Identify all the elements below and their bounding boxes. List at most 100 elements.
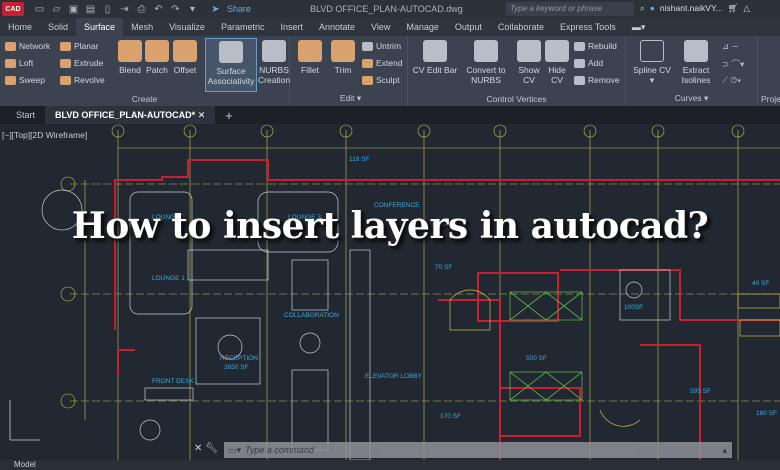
command-line[interactable]: ▭▾ Type a command ▴ <box>224 442 732 458</box>
extend-button[interactable]: Extend <box>362 58 402 68</box>
tab-output[interactable]: Output <box>447 18 490 36</box>
loft-button[interactable]: Loft <box>5 58 33 68</box>
offset-button[interactable]: Offset <box>171 40 199 75</box>
customize-icon[interactable]: ▾ <box>187 4 198 15</box>
share-icon[interactable]: ➤ <box>210 4 221 15</box>
tab-visualize[interactable]: Visualize <box>161 18 213 36</box>
edit-panel: Fillet Trim Untrim Extend Sculpt Edit ▾ <box>294 36 408 106</box>
new-icon[interactable]: ▭ <box>34 4 45 15</box>
isolines-icon <box>684 40 708 62</box>
line-circle-tools[interactable]: ⟋ ◷▾ <box>722 75 741 86</box>
command-line-close-icon[interactable]: ✕ 🔧︎ <box>194 443 218 454</box>
autodesk-icon[interactable]: △ <box>743 3 750 14</box>
curves-panel-label[interactable]: Curves ▾ <box>626 93 757 104</box>
label-elevator-lobby: ELEVATOR LOBBY <box>365 373 423 380</box>
title-bar: CAD ▭ ▱ ▣ ▤ ▯ ⇥ ⎙ ↶ ↷ ▾ ➤ Share BLVD OFFICE_PLAN-A… <box>0 0 780 18</box>
arc-tools[interactable]: ⊃ ⌒▾ <box>722 58 744 70</box>
sculpt-button[interactable]: Sculpt <box>362 75 400 85</box>
planar-button[interactable]: Planar <box>60 41 99 51</box>
tab-view[interactable]: View <box>363 18 398 36</box>
share-button[interactable]: Share <box>227 4 251 15</box>
surface-associativity-button[interactable]: Surface Associativity <box>205 38 257 92</box>
viewport-controls[interactable]: [−][Top][2D Wireframe] <box>2 130 87 140</box>
search-icon[interactable]: ⌕ <box>640 3 645 14</box>
command-history-icon[interactable]: ▭▾ <box>228 445 241 456</box>
quick-access-toolbar: ▭ ▱ ▣ ▤ ▯ ⇥ ⎙ ↶ ↷ ▾ ➤ Share <box>34 4 251 15</box>
control-vertices-panel: CV Edit Bar Convert to NURBS Show CV Hide C… <box>408 36 626 106</box>
open-icon[interactable]: ▱ <box>51 4 62 15</box>
add-cv-button[interactable]: Add <box>574 58 603 68</box>
planar-icon <box>60 41 71 51</box>
blend-icon <box>118 40 142 62</box>
loft-icon <box>5 58 16 68</box>
fillet-icon <box>298 40 322 62</box>
save-icon[interactable]: ▣ <box>68 4 79 15</box>
tab-collaborate[interactable]: Collaborate <box>490 18 552 36</box>
tab-solid[interactable]: Solid <box>40 18 76 36</box>
tab-manage[interactable]: Manage <box>398 18 447 36</box>
label-160-sf: 160 SF <box>756 410 777 417</box>
tab-express-tools[interactable]: Express Tools <box>552 18 624 36</box>
extrude-button[interactable]: Extrude <box>60 58 103 68</box>
untrim-button[interactable]: Untrim <box>362 41 401 51</box>
label-70-sf: 70 SF <box>435 264 452 271</box>
ribbon-options-icon[interactable]: ▬▾ <box>624 18 654 36</box>
extract-isolines-button[interactable]: Extract Isolines <box>678 40 714 85</box>
tab-mesh[interactable]: Mesh <box>123 18 161 36</box>
hide-cv-button[interactable]: Hide CV <box>544 40 570 85</box>
new-tab-button[interactable]: + <box>215 108 243 123</box>
control-vertices-panel-label: Control Vertices <box>486 94 547 104</box>
customize-icon[interactable]: 🔧︎ <box>205 443 218 454</box>
drawing-canvas[interactable]: 118 SF LOUNGE 2 LOUNGE 3 CONFERENCE LOUN… <box>0 124 780 461</box>
cv-edit-bar-button[interactable]: CV Edit Bar <box>412 40 458 75</box>
add-cv-icon <box>574 58 585 68</box>
rebuild-icon <box>574 41 585 51</box>
tab-insert[interactable]: Insert <box>272 18 311 36</box>
show-cv-button[interactable]: Show CV <box>516 40 542 85</box>
nurbs-creation-button[interactable]: NURBS Creation <box>258 40 290 85</box>
tab-drawing[interactable]: BLVD OFFICE_PLAN-AUTOCAD* ✕ <box>45 106 216 124</box>
sweep-button[interactable]: Sweep <box>5 75 45 85</box>
trim-button[interactable]: Trim <box>330 40 356 75</box>
web-mobile-icon[interactable]: ▯ <box>102 4 113 15</box>
rebuild-button[interactable]: Rebuild <box>574 41 617 51</box>
extend-icon <box>362 58 373 68</box>
app-logo: CAD <box>2 2 24 16</box>
tab-start[interactable]: Start <box>6 110 45 120</box>
cart-icon[interactable]: 🛒︎ <box>728 3 739 14</box>
tab-home[interactable]: Home <box>0 18 40 36</box>
patch-button[interactable]: Patch <box>144 40 170 75</box>
edit-panel-label[interactable]: Edit ▾ <box>294 93 407 104</box>
convert-to-nurbs-button[interactable]: Convert to NURBS <box>464 40 508 85</box>
save-as-icon[interactable]: ▤ <box>85 4 96 15</box>
surface-associativity-icon <box>219 41 243 63</box>
remove-cv-button[interactable]: Remove <box>574 75 620 85</box>
expand-icon[interactable]: ▴ <box>722 445 727 456</box>
print-icon[interactable]: ⎙ <box>136 4 147 15</box>
tab-surface[interactable]: Surface <box>76 18 124 36</box>
model-tab[interactable]: Model <box>14 460 36 469</box>
convert-icon <box>474 40 498 62</box>
spline-cv-button[interactable]: Spline CV ▾ <box>632 40 672 85</box>
close-icon[interactable]: ✕ <box>198 110 206 120</box>
untrim-icon <box>362 41 373 51</box>
label-40-sf: 40 SF <box>752 280 769 287</box>
room-labels: 118 SF LOUNGE 2 LOUNGE 3 CONFERENCE LOUN… <box>152 156 777 420</box>
revolve-button[interactable]: Revolve <box>60 75 105 85</box>
command-input[interactable]: Type a command <box>245 445 314 455</box>
redo-icon[interactable]: ↷ <box>170 4 181 15</box>
ribbon: Network Planar Loft Extrude Sweep Revolv… <box>0 36 780 106</box>
ribbon-tabs: Home Solid Surface Mesh Visualize Parame… <box>0 18 780 36</box>
export-icon[interactable]: ⇥ <box>119 4 130 15</box>
undo-icon[interactable]: ↶ <box>153 4 164 15</box>
network-button[interactable]: Network <box>5 41 50 51</box>
user-menu[interactable]: nishant.naikVY... <box>660 3 723 14</box>
search-input[interactable]: Type a keyword or phrase <box>506 2 634 16</box>
blend-button[interactable]: Blend <box>117 40 143 75</box>
fillet-button[interactable]: Fillet <box>296 40 324 75</box>
create-panel: Network Planar Loft Extrude Sweep Revolv… <box>0 36 290 106</box>
tab-annotate[interactable]: Annotate <box>311 18 363 36</box>
create-panel-label: Create <box>131 94 158 104</box>
curve-tools[interactable]: ⊿ ∼ <box>722 41 739 52</box>
tab-parametric[interactable]: Parametric <box>213 18 273 36</box>
